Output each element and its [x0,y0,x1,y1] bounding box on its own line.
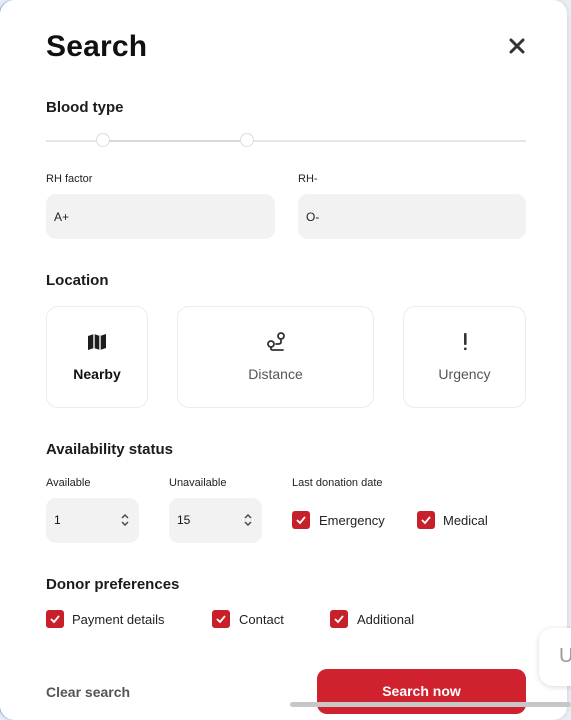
location-option-label: Urgency [438,366,491,382]
check-icon [334,615,344,624]
close-button[interactable] [507,36,527,56]
donor-preferences-heading: Donor preferences [46,576,180,593]
check-icon [296,516,306,525]
blood-type-slider-min-thumb[interactable] [96,133,110,147]
location-option-urgency[interactable]: Urgency [403,306,526,408]
medical-checkbox[interactable] [417,511,435,529]
check-icon [421,516,431,525]
location-option-nearby[interactable]: Nearby [46,306,148,408]
search-now-button[interactable]: Search now [317,669,526,714]
stepper-arrows-icon[interactable] [121,513,129,527]
last-donation-label: Last donation date [292,477,383,489]
emergency-label: Emergency [319,513,385,528]
additional-checkbox[interactable] [330,610,348,628]
blood-type-slider-track[interactable] [46,140,526,142]
rh-negative-label: RH- [298,173,318,185]
map-icon [88,334,106,350]
page-title: Search [46,30,148,63]
available-label: Available [46,477,91,489]
blood-type-slider-max-thumb[interactable] [240,133,254,147]
rh-negative-field[interactable] [298,194,526,239]
unavailable-value: 15 [177,513,191,527]
blood-type-slider-range [103,140,247,142]
emergency-checkbox[interactable] [292,511,310,529]
floating-button-label: U [559,645,571,667]
contact-checkbox[interactable] [212,610,230,628]
stepper-arrows-icon[interactable] [244,513,252,527]
location-option-label: Nearby [73,366,121,382]
location-heading: Location [46,272,109,289]
clear-search-button[interactable]: Clear search [46,684,130,700]
location-option-distance[interactable]: Distance [177,306,374,408]
unavailable-label: Unavailable [169,477,227,489]
horizontal-scrollbar[interactable] [290,702,571,707]
location-option-label: Distance [248,366,303,382]
close-icon [509,38,525,54]
available-value: 1 [54,513,61,527]
availability-heading: Availability status [46,441,173,458]
route-icon [266,332,285,351]
available-stepper[interactable]: 1 [46,498,139,543]
search-panel: Search Blood type RH factor RH- Location… [0,0,567,720]
payment-details-checkbox[interactable] [46,610,64,628]
medical-label: Medical [443,513,488,528]
blood-type-heading: Blood type [46,99,124,116]
rh-factor-field[interactable] [46,194,275,239]
payment-details-label: Payment details [72,612,165,627]
floating-action-button[interactable]: U [539,628,571,686]
unavailable-stepper[interactable]: 15 [169,498,262,543]
rh-factor-label: RH factor [46,173,93,185]
additional-label: Additional [357,612,415,627]
check-icon [50,615,60,624]
contact-label: Contact [239,612,284,627]
check-icon [216,615,226,624]
exclamation-icon [463,333,467,351]
